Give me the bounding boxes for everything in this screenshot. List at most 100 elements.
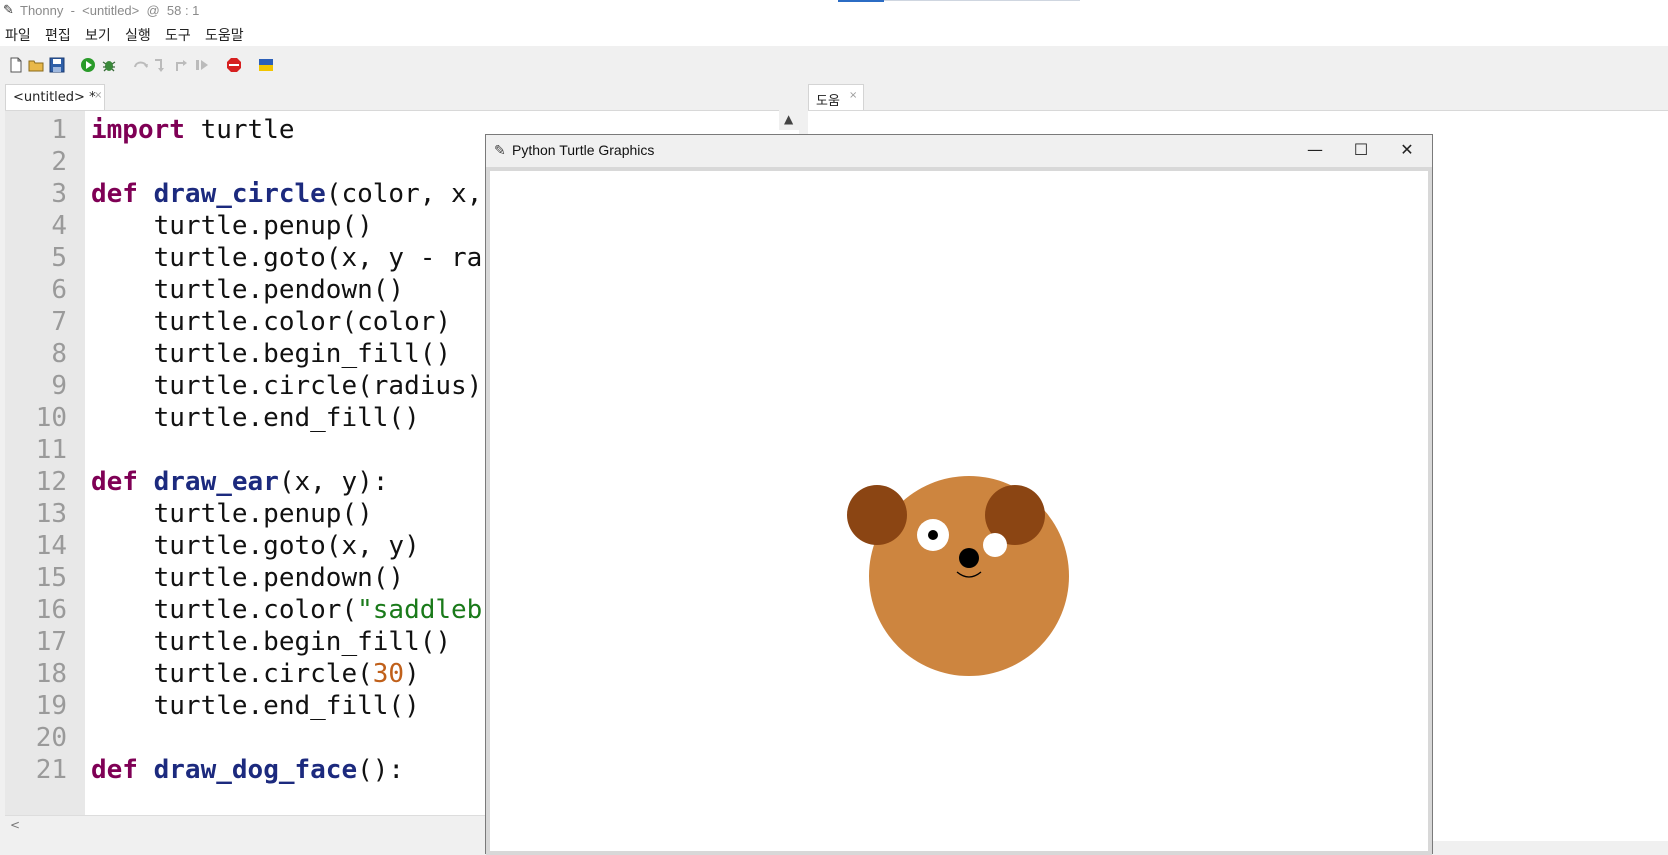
line-number-gutter: 1 2 3 4 5 6 7 8 9 10 11 12 13 14 15 16 1…	[5, 111, 85, 815]
code-line-4: turtle.penup()	[91, 211, 373, 241]
scroll-left-icon[interactable]: <	[10, 818, 20, 832]
tab-close-icon[interactable]: ×	[94, 90, 102, 101]
menu-run[interactable]: 실행	[125, 25, 151, 45]
code-line-1: import turtle	[91, 113, 295, 147]
turtle-canvas[interactable]	[486, 167, 1432, 855]
function-name: draw_circle	[153, 179, 326, 209]
line-number: 9	[51, 371, 67, 401]
code-text: turtle.color(	[91, 595, 358, 625]
line-number: 7	[51, 307, 67, 337]
scroll-up-icon[interactable]: ▲	[784, 112, 793, 126]
line-number: 13	[35, 499, 67, 529]
dog-nose	[959, 548, 979, 568]
open-file-icon[interactable]	[28, 57, 44, 73]
line-number: 6	[51, 275, 67, 305]
code-text: )	[404, 659, 420, 689]
run-icon[interactable]	[80, 57, 96, 73]
menu-tools[interactable]: 도구	[165, 25, 191, 45]
help-tab-label: 도움	[816, 94, 840, 109]
dog-eye-right	[983, 533, 1007, 557]
stop-icon[interactable]	[226, 57, 242, 73]
line-number: 5	[51, 243, 67, 273]
dog-pupil-left	[928, 530, 938, 540]
menu-view[interactable]: 보기	[85, 25, 111, 45]
keyword: def	[91, 467, 138, 497]
code-line-8: turtle.begin_fill()	[91, 339, 452, 369]
tab-untitled[interactable]: <untitled> * ×	[5, 84, 105, 110]
feather-icon: ✎	[3, 3, 14, 18]
line-number: 2	[51, 147, 67, 177]
minimize-button[interactable]: —	[1292, 135, 1338, 167]
line-number: 8	[51, 339, 67, 369]
code-line-21: def draw_dog_face():	[91, 753, 404, 787]
line-number: 15	[35, 563, 67, 593]
title-bar: ✎ Thonny - <untitled> @ 58 : 1	[0, 0, 1668, 22]
menu-edit[interactable]: 편집	[45, 25, 71, 45]
line-number: 3	[51, 179, 67, 209]
code-text: (color, x,	[325, 179, 483, 209]
line-number: 12	[35, 467, 67, 497]
function-name: draw_ear	[153, 467, 279, 497]
keyword: import	[91, 115, 185, 145]
code-text: turtle	[184, 115, 295, 145]
code-line-15: turtle.pendown()	[91, 563, 405, 593]
line-number: 19	[35, 691, 67, 721]
line-number: 18	[35, 659, 67, 689]
turtle-graphics-window[interactable]: ✎ Python Turtle Graphics — ☐ ✕	[485, 134, 1433, 855]
window-title: Thonny - <untitled> @ 58 : 1	[20, 3, 200, 18]
string-literal: "saddleb	[357, 595, 483, 625]
code-line-18: turtle.circle(30)	[91, 657, 420, 691]
feather-icon: ✎	[494, 143, 506, 159]
menu-file[interactable]: 파일	[5, 25, 31, 45]
line-number: 14	[35, 531, 67, 561]
code-line-9: turtle.circle(radius)	[91, 371, 483, 401]
step-out-icon[interactable]	[173, 57, 189, 73]
line-number: 21	[35, 755, 67, 785]
dog-ear-left	[847, 485, 907, 545]
code-line-16: turtle.color("saddleb	[91, 593, 483, 627]
code-text: turtle.circle(	[91, 659, 373, 689]
help-tab-bar: 도움 ×	[808, 84, 1668, 110]
line-number: 16	[35, 595, 67, 625]
dog-drawing	[847, 476, 1069, 676]
line-number: 1	[51, 115, 67, 145]
close-button[interactable]: ✕	[1384, 135, 1430, 167]
ukraine-flag-icon[interactable]	[258, 57, 274, 73]
turtle-window-title: Python Turtle Graphics	[512, 142, 655, 158]
editor-tab-bar: <untitled> * ×	[0, 84, 808, 110]
code-line-3: def draw_circle(color, x,	[91, 177, 482, 211]
menu-help[interactable]: 도움말	[205, 25, 244, 45]
resume-icon[interactable]	[194, 57, 210, 73]
code-text: ():	[357, 755, 405, 785]
code-line-13: turtle.penup()	[91, 499, 373, 529]
line-number: 11	[35, 435, 67, 465]
keyword: def	[91, 179, 138, 209]
vertical-scrollbar[interactable]: ▲	[779, 110, 799, 130]
keyword: def	[91, 755, 138, 785]
code-line-7: turtle.color(color)	[91, 307, 452, 337]
menu-bar: 파일 편집 보기 실행 도구 도움말	[0, 22, 1668, 46]
maximize-button[interactable]: ☐	[1338, 135, 1384, 167]
line-number: 20	[35, 723, 67, 753]
line-number: 4	[51, 211, 67, 241]
step-over-icon[interactable]	[133, 57, 149, 73]
code-line-5: turtle.goto(x, y - ra	[91, 243, 483, 273]
toolbar	[0, 46, 1668, 84]
step-into-icon[interactable]	[152, 57, 168, 73]
code-line-17: turtle.begin_fill()	[91, 627, 452, 657]
save-icon[interactable]	[49, 57, 65, 73]
tab-help[interactable]: 도움 ×	[808, 84, 864, 110]
function-name: draw_dog_face	[153, 755, 358, 785]
line-number: 17	[35, 627, 67, 657]
taskbar-accent	[838, 0, 884, 2]
help-tab-close-icon[interactable]: ×	[849, 90, 857, 101]
new-file-icon[interactable]	[8, 57, 24, 73]
code-line-14: turtle.goto(x, y)	[91, 531, 420, 561]
code-line-19: turtle.end_fill()	[91, 691, 420, 721]
number-literal: 30	[372, 659, 405, 689]
code-line-12: def draw_ear(x, y):	[91, 465, 388, 499]
code-text: (x, y):	[278, 467, 389, 497]
debug-icon[interactable]	[101, 57, 117, 73]
line-number: 10	[35, 403, 67, 433]
taskbar-accent-line	[884, 0, 1080, 1]
